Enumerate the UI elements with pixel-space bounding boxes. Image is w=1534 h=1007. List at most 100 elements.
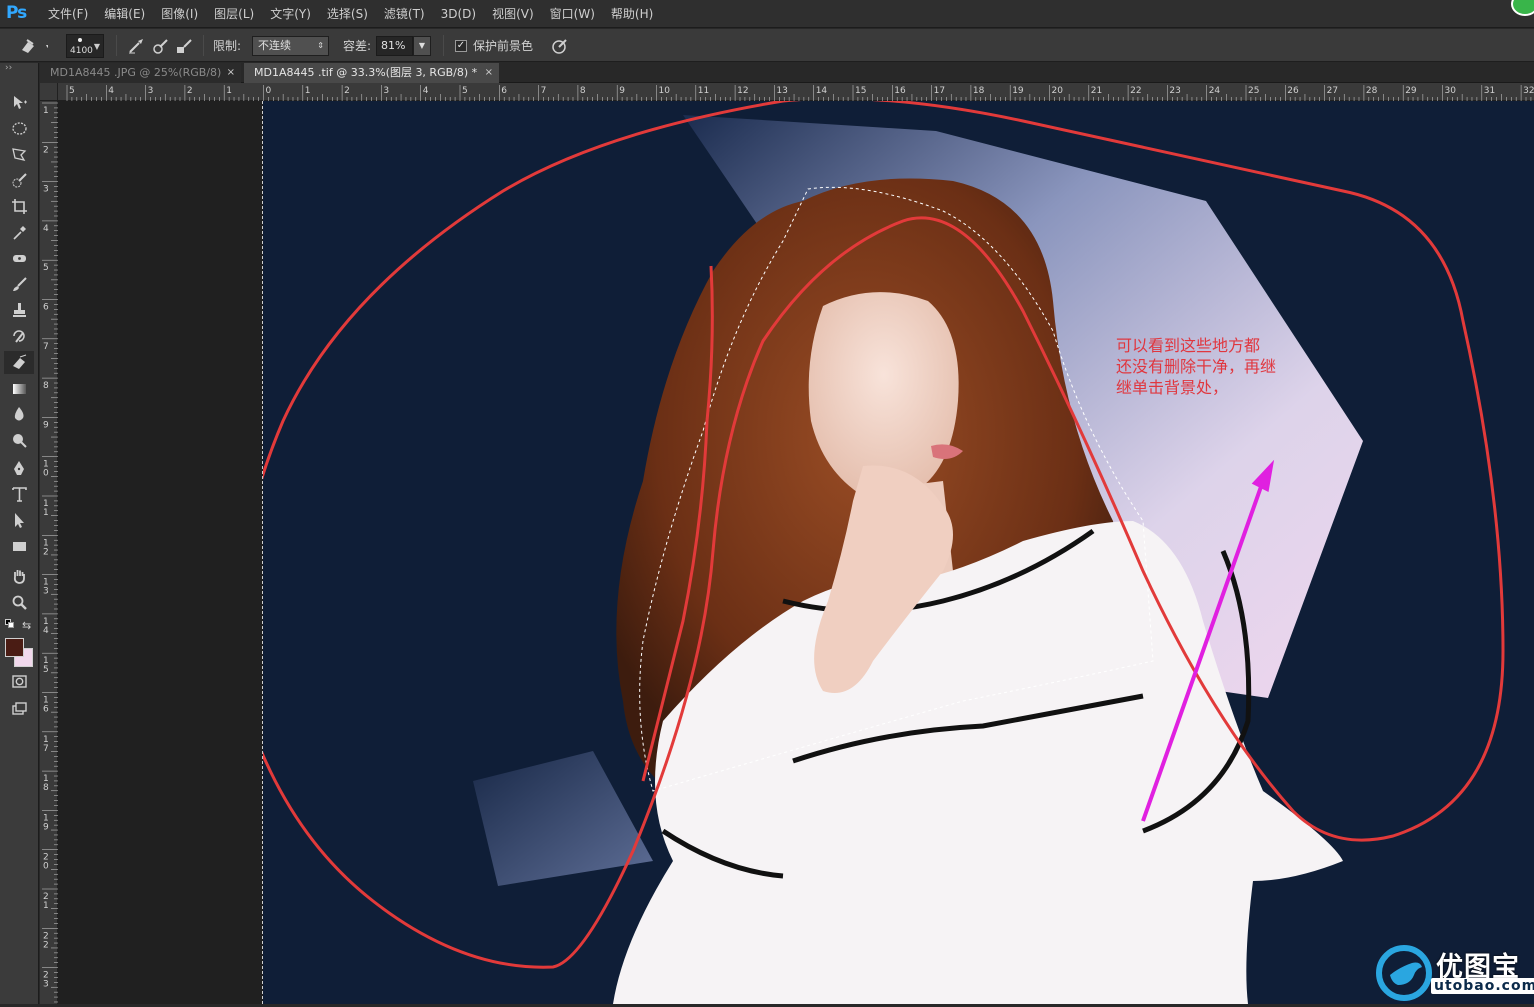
menu-item[interactable]: 文件(F) xyxy=(40,0,96,28)
move-icon[interactable] xyxy=(4,91,34,114)
tab-title: MD1A8445 .JPG @ 25%(RGB/8) xyxy=(50,66,222,79)
menu-item[interactable]: 文字(Y) xyxy=(262,0,319,28)
document-canvas[interactable] xyxy=(263,101,1534,1004)
brush-icon[interactable] xyxy=(4,273,34,296)
menu-items: 文件(F) 编辑(E) 图像(I) 图层(L) 文字(Y) 选择(S) 滤镜(T) 3D(D)… xyxy=(40,0,661,28)
menu-item[interactable]: 3D(D) xyxy=(433,0,484,28)
dodge-icon[interactable] xyxy=(4,429,34,452)
rectangle-icon[interactable] xyxy=(4,535,34,558)
document-tab-tif[interactable]: MD1A8445 .tif @ 33.3%(图层 3, RGB/8) * × xyxy=(244,63,499,83)
ruler-label: 4 xyxy=(423,86,429,96)
ruler-label: 0 xyxy=(43,469,49,479)
elliptical-marquee-icon[interactable] xyxy=(4,117,34,140)
menu-bar: Ps 文件(F) 编辑(E) 图像(I) 图层(L) 文字(Y) 选择(S) 滤镜(T) 3D… xyxy=(0,0,1534,28)
sampling-once-button[interactable] xyxy=(151,29,171,62)
ruler-label: 4 xyxy=(43,626,49,636)
photoshop-logo: Ps xyxy=(6,3,27,23)
tool-preset-picker[interactable] xyxy=(18,29,48,62)
menu-item[interactable]: 帮助(H) xyxy=(603,0,661,28)
ruler-label: 5 xyxy=(43,665,49,675)
ruler-label: 28 xyxy=(1366,86,1378,96)
gradient-icon[interactable] xyxy=(4,377,34,400)
vertical-ruler-ticks: 1234567891011121314151617181920212223 xyxy=(42,102,58,1003)
ruler-label: 0 xyxy=(266,86,272,96)
ruler-label: 22 xyxy=(1130,86,1141,96)
menu-item[interactable]: 图层(L) xyxy=(206,0,262,28)
tolerance-slider-button[interactable]: ▼ xyxy=(413,35,431,56)
crop-icon[interactable] xyxy=(4,195,34,218)
polygonal-lasso-icon[interactable] xyxy=(4,143,34,166)
ruler-label: 3 xyxy=(148,86,154,96)
screen-mode-icon[interactable] xyxy=(4,697,34,720)
ruler-label: 9 xyxy=(619,86,625,96)
history-brush-icon[interactable] xyxy=(4,325,34,348)
ruler-label: 32 xyxy=(1523,86,1534,96)
path-selection-icon[interactable] xyxy=(4,509,34,532)
background-eraser-icon[interactable] xyxy=(4,351,34,374)
ruler-label: 12 xyxy=(737,86,748,96)
ruler-label: 3 xyxy=(43,185,49,195)
ruler-label: 2 xyxy=(43,145,49,155)
ruler-label: 23 xyxy=(1169,86,1180,96)
ruler-label: 1 xyxy=(226,86,232,96)
protect-foreground-label: 保护前景色 xyxy=(473,39,534,53)
sampling-background-swatch-button[interactable] xyxy=(175,29,195,62)
menu-item[interactable]: 编辑(E) xyxy=(96,0,153,28)
default-colors-icon[interactable] xyxy=(5,619,14,628)
ruler-label: 16 xyxy=(894,86,906,96)
sampling-continuous-icon xyxy=(129,38,143,53)
quick-mask-icon[interactable] xyxy=(4,670,34,693)
tablet-pressure-icon xyxy=(552,38,567,54)
options-bar: 4100 ▼ 限制: 不连续 ⇕ 容差: 81% ▼ ✓ 保护前景色 xyxy=(0,29,1534,62)
foreground-color-swatch[interactable] xyxy=(5,638,24,657)
document-tab-bar: MD1A8445 .JPG @ 25%(RGB/8) × MD1A8445 .t… xyxy=(40,63,1534,83)
tools-panel: ›› ⇆ xyxy=(0,63,39,1004)
healing-brush-icon[interactable] xyxy=(4,247,34,270)
menu-item[interactable]: 视图(V) xyxy=(484,0,542,28)
pen-icon[interactable] xyxy=(4,457,34,480)
menu-item[interactable]: 滤镜(T) xyxy=(376,0,433,28)
menu-item[interactable]: 窗口(W) xyxy=(542,0,603,28)
horizontal-ruler-ticks: 5 4 3 2 1 0 1 2 3 4 5 6 7 8 9 10 11 12 13 14 15 16 17 18 19 20 21 2… xyxy=(66,85,1534,101)
clone-stamp-icon[interactable] xyxy=(4,299,34,322)
eyedropper-icon[interactable] xyxy=(4,221,34,244)
ruler-label: 6 xyxy=(501,86,507,96)
swap-colors-icon[interactable]: ⇆ xyxy=(22,619,31,632)
ruler-label: 2 xyxy=(344,86,350,96)
ruler-label: 5 xyxy=(462,86,468,96)
annotation-line-1: 可以看到这些地方都 xyxy=(1116,336,1261,355)
type-icon[interactable] xyxy=(4,483,34,506)
ruler-label: 9 xyxy=(43,420,49,430)
tolerance-input[interactable]: 81% xyxy=(376,35,413,56)
close-icon[interactable]: × xyxy=(227,63,235,83)
menu-item[interactable]: 图像(I) xyxy=(153,0,206,28)
ruler-label: 19 xyxy=(1012,86,1024,96)
ruler-label: 7 xyxy=(541,86,547,96)
ruler-origin[interactable] xyxy=(40,83,58,101)
brush-picker[interactable]: 4100 ▼ xyxy=(66,29,104,62)
collapse-icon[interactable]: ›› xyxy=(5,63,12,73)
ruler-label: 8 xyxy=(580,86,586,96)
ruler-label: 2 xyxy=(187,86,193,96)
watermark-en: utobao.com xyxy=(1431,978,1534,994)
background-eraser-preset-icon xyxy=(22,38,48,53)
ruler-label: 8 xyxy=(43,783,49,793)
blur-icon[interactable] xyxy=(4,403,34,426)
canvas-area[interactable]: 可以看到这些地方都 还没有删除干净，再继 继单击背景处， xyxy=(58,101,1534,1004)
document-tab-jpg[interactable]: MD1A8445 .JPG @ 25%(RGB/8) × xyxy=(40,63,241,83)
limit-select[interactable]: 不连续 ⇕ xyxy=(252,35,329,56)
menu-item[interactable]: 选择(S) xyxy=(319,0,376,28)
sampling-background-icon xyxy=(177,38,192,53)
ruler-label: 6 xyxy=(43,705,49,715)
hand-icon[interactable] xyxy=(4,565,34,588)
close-icon[interactable]: × xyxy=(485,63,493,83)
ruler-label: 7 xyxy=(43,744,49,754)
ruler-label: 0 xyxy=(43,862,49,872)
protect-foreground-checkbox[interactable]: ✓ xyxy=(455,39,467,52)
sampling-continuous-button[interactable] xyxy=(127,29,147,62)
quick-selection-icon[interactable] xyxy=(4,169,34,192)
tablet-pressure-button[interactable] xyxy=(551,29,569,62)
watermark: 优图宝 utobao.com xyxy=(1376,945,1534,1004)
zoom-icon[interactable] xyxy=(4,591,34,614)
ruler-label: 7 xyxy=(43,342,49,352)
